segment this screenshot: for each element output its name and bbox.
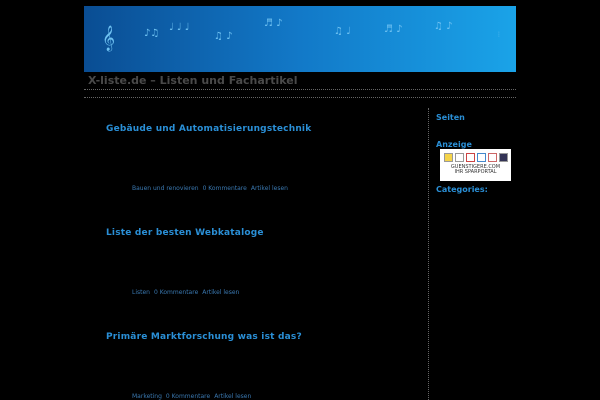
divider [84,97,516,98]
comments-link[interactable]: 0 Kommentare [203,185,247,192]
category-link[interactable]: Listen [132,289,150,296]
music-note-icon: ♩ ♩ ♩ [169,22,190,33]
comments-link[interactable]: 0 Kommentare [154,289,198,296]
post-meta: Listen 0 Kommentare Artikel lesen [132,289,243,296]
music-note-icon: ⋮ [496,31,502,38]
sidebar-divider [428,108,429,400]
music-note-icon: 𝄞 [102,26,116,51]
ad-banner[interactable]: GUENSTIGERE.COM IHR SPARPORTAL [440,149,511,181]
divider [84,89,516,90]
post-meta: Bauen und renovieren 0 Kommentare Artikel … [132,185,292,192]
post-title[interactable]: Gebäude und Automatisierungstechnik [106,124,311,134]
category-link[interactable]: Bauen und renovieren [132,185,199,192]
read-more-link[interactable]: Artikel lesen [202,289,239,296]
music-note-icon: ♬ ♪ [384,24,403,35]
post-title[interactable]: Primäre Marktforschung was ist das? [106,332,302,342]
comments-link[interactable]: 0 Kommentare [166,393,210,400]
post-title[interactable]: Liste der besten Webkataloge [106,228,264,238]
header-banner[interactable]: 𝄞 ♪♫ ♩ ♩ ♩ ♫ ♪ ♬ ♪ ♫ ♩ ♬ ♪ ♫ ♪ ⋮ [84,6,516,72]
sidebar-heading-pages: Seiten [436,113,465,122]
sidebar-heading-ad: Anzeige [436,140,472,149]
music-note-icon: ♪♫ [144,28,160,39]
music-note-icon: ♫ ♩ [334,26,351,37]
post-meta: Marketing 0 Kommentare Artikel lesen [132,393,255,400]
sidebar-heading-categories: Categories: [436,185,488,194]
site-title[interactable]: X-liste.de – Listen und Fachartikel [88,74,297,87]
ad-line: IHR SPARPORTAL [454,169,497,175]
read-more-link[interactable]: Artikel lesen [251,185,288,192]
read-more-link[interactable]: Artikel lesen [214,393,251,400]
category-link[interactable]: Marketing [132,393,162,400]
music-note-icon: ♬ ♪ [264,18,283,29]
music-note-icon: ♫ ♪ [214,31,233,42]
music-note-icon: ♫ ♪ [434,21,453,32]
